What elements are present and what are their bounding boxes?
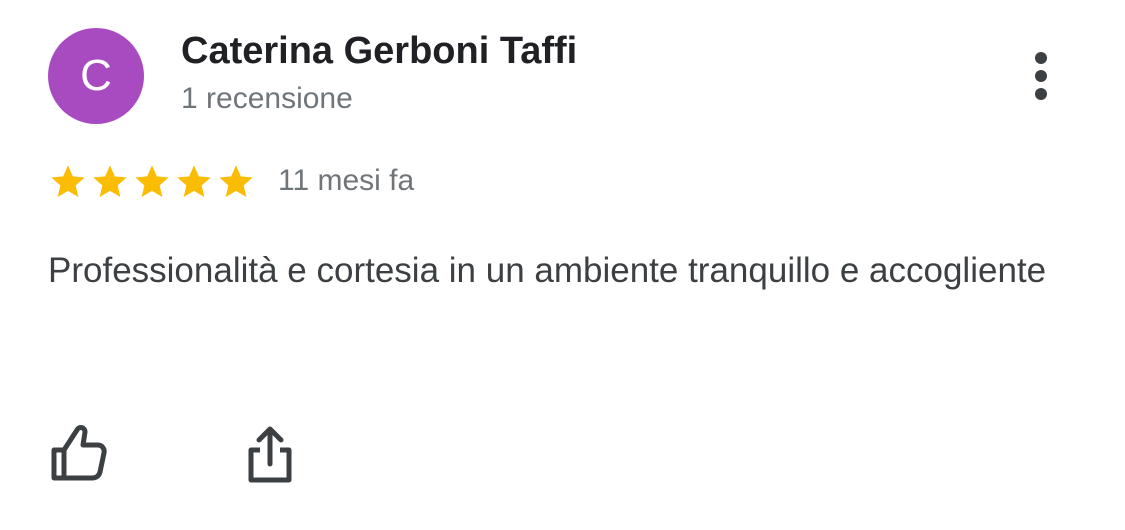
share-button[interactable] xyxy=(240,420,300,486)
review-text: Professionalità e cortesia in un ambient… xyxy=(48,251,1047,290)
like-button[interactable] xyxy=(48,420,108,486)
author-review-count: 1 recensione xyxy=(181,82,353,115)
share-icon xyxy=(248,426,292,483)
thumb-up-icon xyxy=(51,425,107,481)
more-options-button[interactable] xyxy=(1016,46,1066,106)
avatar[interactable]: C xyxy=(48,28,144,124)
review-date: 11 mesi fa xyxy=(278,164,415,197)
avatar-initial: C xyxy=(80,51,112,100)
star-icon xyxy=(135,165,169,197)
star-rating xyxy=(48,162,256,202)
star-icon xyxy=(219,165,253,197)
review-card: C Caterina Gerboni Taffi 1 recensione 11… xyxy=(0,0,1125,530)
star-icon xyxy=(93,165,127,197)
star-icon xyxy=(177,165,211,197)
star-icon xyxy=(51,165,85,197)
author-name[interactable]: Caterina Gerboni Taffi xyxy=(181,30,577,73)
